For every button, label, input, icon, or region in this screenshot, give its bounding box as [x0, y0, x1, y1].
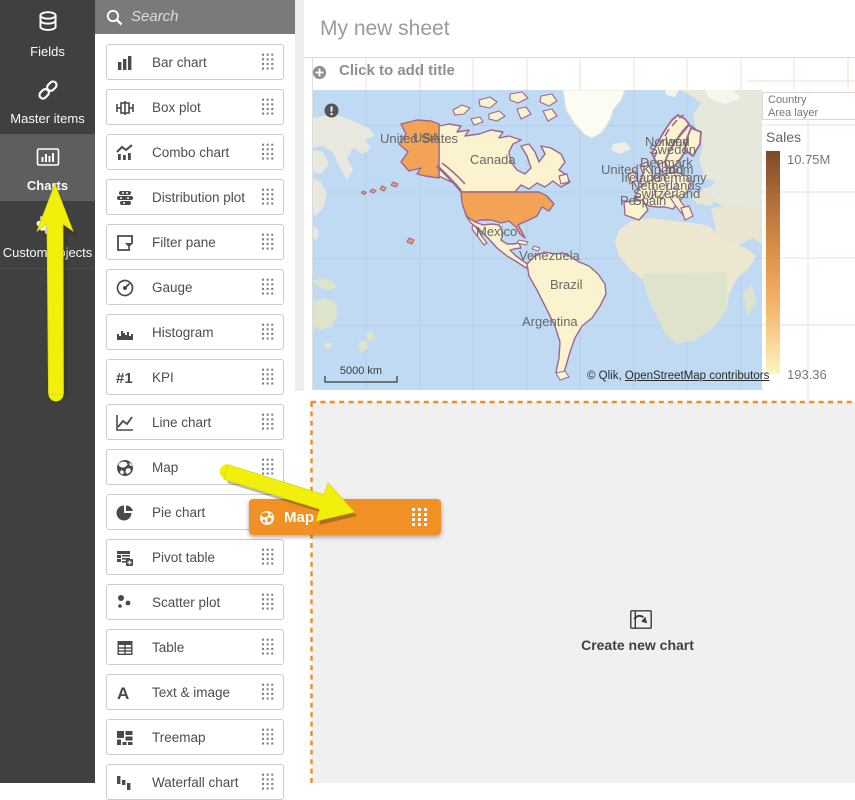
svg-text:Brazil: Brazil — [550, 277, 583, 292]
svg-text:USA: USA — [413, 130, 440, 145]
svg-text:Argentina: Argentina — [522, 314, 578, 329]
svg-text:#1: #1 — [116, 370, 133, 387]
svg-text:A: A — [117, 684, 129, 702]
svg-text:Canada: Canada — [470, 152, 516, 167]
svg-text:Venezuela: Venezuela — [519, 248, 580, 263]
svg-text:Spain: Spain — [633, 193, 666, 208]
svg-text:Mexico: Mexico — [476, 224, 517, 239]
